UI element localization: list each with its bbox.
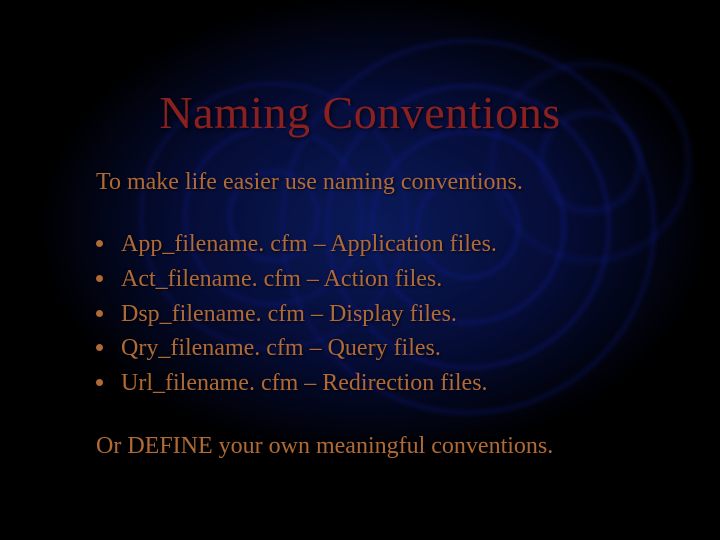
list-item-label: Url_filename. cfm – Redirection files. <box>121 366 488 401</box>
list-item: Qry_filename. cfm – Query files. <box>96 331 640 366</box>
list-item-label: Dsp_filename. cfm – Display files. <box>121 297 457 332</box>
list-item: Act_filename. cfm – Action files. <box>96 262 640 297</box>
list-item: Url_filename. cfm – Redirection files. <box>96 366 640 401</box>
list-item-label: Qry_filename. cfm – Query files. <box>121 331 441 366</box>
slide-title: Naming Conventions <box>60 0 660 167</box>
bullet-list: App_filename. cfm – Application files. A… <box>96 227 640 401</box>
bullet-icon <box>96 310 103 317</box>
bullet-icon <box>96 344 103 351</box>
bullet-icon <box>96 240 103 247</box>
outro-text: Or DEFINE your own meaningful convention… <box>96 431 640 461</box>
list-item-label: Act_filename. cfm – Action files. <box>121 262 442 297</box>
list-item-label: App_filename. cfm – Application files. <box>121 227 497 262</box>
bullet-icon <box>96 379 103 386</box>
list-item: App_filename. cfm – Application files. <box>96 227 640 262</box>
bullet-icon <box>96 275 103 282</box>
slide: Naming Conventions To make life easier u… <box>0 0 720 540</box>
intro-text: To make life easier use naming conventio… <box>96 167 640 197</box>
list-item: Dsp_filename. cfm – Display files. <box>96 297 640 332</box>
